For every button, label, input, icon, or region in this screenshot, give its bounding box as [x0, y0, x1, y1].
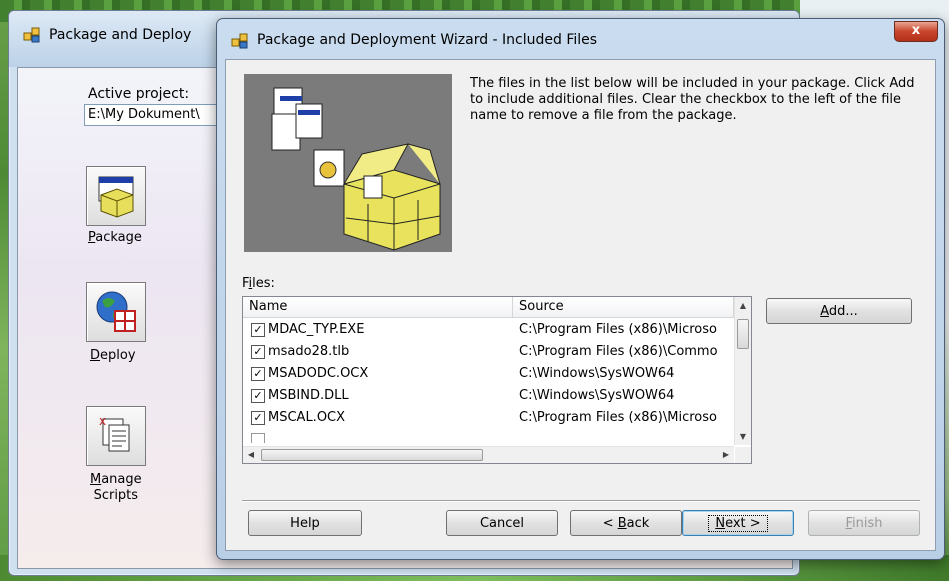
scrollbar-corner: [735, 447, 751, 463]
active-project-label: Active project:: [88, 86, 190, 102]
dialog-client: The files in the list below will be incl…: [225, 59, 936, 551]
include-checkbox[interactable]: ✓: [251, 411, 265, 425]
window-title: Package and Deploy: [49, 27, 192, 43]
manage-scripts-label: Manage Scripts: [90, 472, 142, 503]
wizard-icon: [231, 33, 248, 49]
list-item[interactable]: ✓ MSADODC.OCX C:\Windows\SysWOW64: [243, 363, 734, 385]
file-source: C:\Program Files (x86)\Commo: [519, 344, 718, 359]
file-source: C:\Program Files (x86)\Microso: [519, 410, 717, 425]
globe-deploy-icon: [96, 291, 136, 332]
files-into-box-icon: [271, 87, 441, 251]
file-name: MSBIND.DLL: [268, 388, 349, 403]
list-item[interactable]: ✓ MDAC_TYP.EXE C:\Program Files (x86)\Mi…: [243, 319, 734, 341]
next-focus-rect: Next >: [708, 515, 768, 532]
file-source: C:\Windows\SysWOW64: [519, 366, 675, 381]
list-item-partial[interactable]: [243, 429, 734, 443]
include-checkbox[interactable]: [251, 433, 265, 443]
scroll-up-icon[interactable]: ▲: [735, 301, 751, 310]
close-icon: x: [911, 23, 921, 38]
package-button[interactable]: [86, 166, 146, 226]
files-list[interactable]: Name Source ✓ MDAC_TYP.EXE C:\Program Fi…: [242, 296, 752, 464]
file-name: MSADODC.OCX: [268, 366, 369, 381]
finish-button[interactable]: Finish: [808, 510, 920, 536]
instructions-text: The files in the list below will be incl…: [470, 76, 915, 123]
include-checkbox[interactable]: ✓: [251, 323, 265, 337]
close-button[interactable]: x: [894, 21, 938, 42]
next-button[interactable]: Next >: [682, 510, 794, 536]
column-source-header[interactable]: Source: [513, 297, 734, 317]
separator: [242, 500, 920, 502]
cancel-button[interactable]: Cancel: [446, 510, 558, 536]
scroll-left-icon[interactable]: ◀: [243, 450, 259, 459]
add-button[interactable]: Add...: [766, 298, 912, 324]
files-label: Files:: [242, 276, 275, 291]
scroll-down-icon[interactable]: ▼: [735, 432, 751, 441]
include-checkbox[interactable]: ✓: [251, 345, 265, 359]
file-name: MDAC_TYP.EXE: [268, 322, 365, 337]
manage-scripts-button[interactable]: x: [86, 406, 146, 466]
file-name: MSCAL.OCX: [268, 410, 346, 425]
list-item[interactable]: ✓ MSCAL.OCX C:\Program Files (x86)\Micro…: [243, 407, 734, 429]
scroll-right-icon[interactable]: ▶: [718, 450, 734, 459]
horizontal-scroll-thumb[interactable]: [261, 449, 483, 461]
app-icon: [23, 27, 40, 43]
vertical-scroll-thumb[interactable]: [737, 319, 749, 349]
file-source: C:\Windows\SysWOW64: [519, 388, 675, 403]
include-checkbox[interactable]: ✓: [251, 367, 265, 381]
dialog-title: Package and Deployment Wizard - Included…: [257, 32, 598, 48]
scripts-icon: x: [99, 414, 130, 452]
svg-text:x: x: [99, 414, 106, 428]
list-header: Name Source: [243, 297, 734, 318]
package-icon: [98, 176, 134, 218]
list-item[interactable]: ✓ msado28.tlb C:\Program Files (x86)\Com…: [243, 341, 734, 363]
deploy-label: Deploy: [90, 348, 136, 363]
horizontal-scrollbar[interactable]: ◀ ▶: [243, 446, 734, 463]
help-button[interactable]: Help: [248, 510, 362, 536]
package-label: Package: [88, 230, 142, 245]
list-item[interactable]: ✓ MSBIND.DLL C:\Windows\SysWOW64: [243, 385, 734, 407]
include-checkbox[interactable]: ✓: [251, 389, 265, 403]
file-name: msado28.tlb: [268, 344, 350, 359]
vertical-scrollbar[interactable]: ▲ ▼: [734, 297, 751, 445]
included-files-dialog[interactable]: Package and Deployment Wizard - Included…: [216, 18, 945, 560]
column-name-header[interactable]: Name: [243, 297, 513, 317]
back-button[interactable]: < Back: [570, 510, 682, 536]
active-project-field[interactable]: E:\My Dokument\: [84, 104, 229, 126]
file-source: C:\Program Files (x86)\Microso: [519, 322, 717, 337]
deploy-button[interactable]: [86, 282, 146, 342]
wizard-illustration: [244, 74, 452, 252]
